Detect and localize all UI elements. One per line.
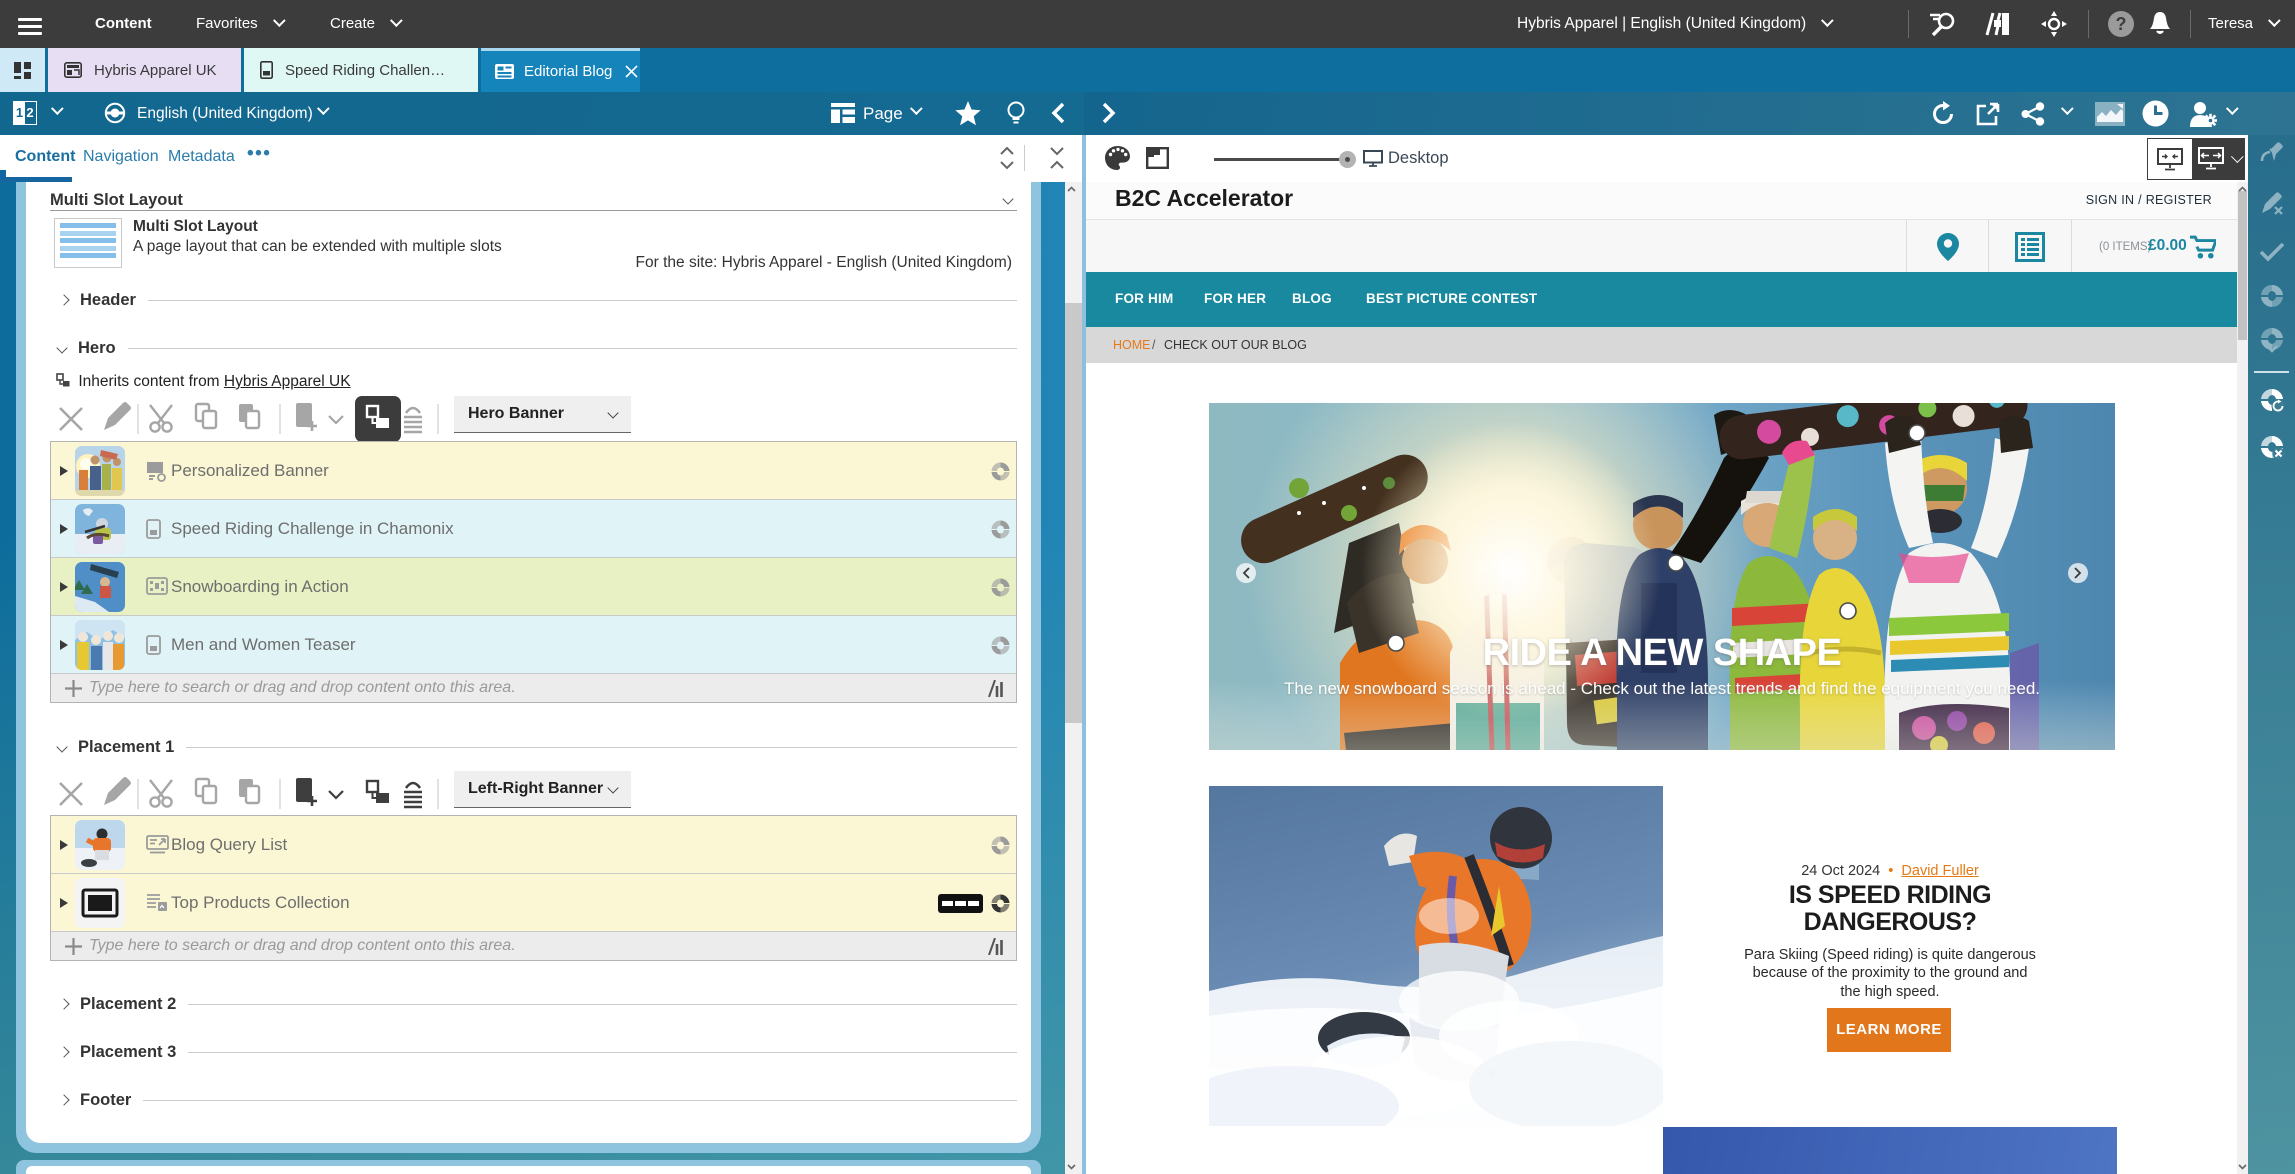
svg-text:?: ? bbox=[2116, 14, 2127, 34]
